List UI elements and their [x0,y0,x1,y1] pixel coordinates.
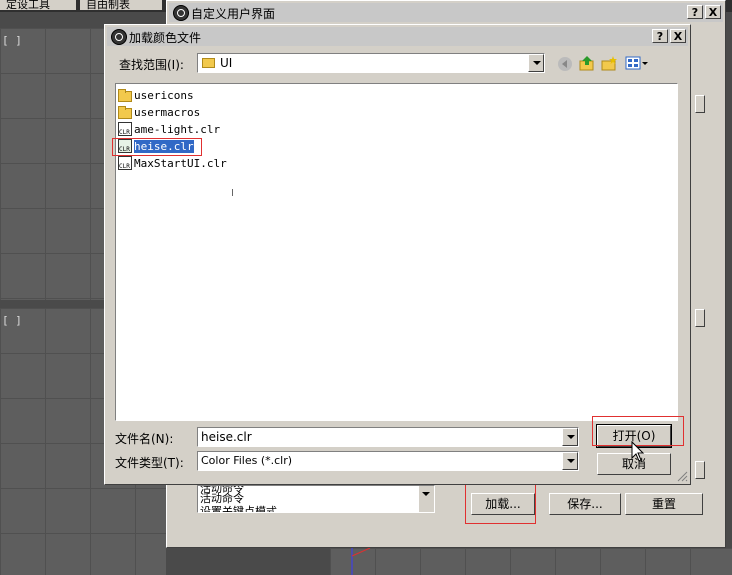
app-icon [173,5,189,21]
file-name: MaxStartUI.clr [134,157,227,170]
folder-icon [118,89,132,102]
look-in-combo[interactable]: UI [197,53,545,73]
folder-icon [202,58,215,68]
text-cursor [232,189,233,196]
new-folder-icon[interactable] [601,55,617,71]
side-control-1[interactable] [695,95,705,113]
save-button[interactable]: 保存... [549,493,621,515]
chevron-down-icon[interactable] [562,428,578,446]
tab-freeform[interactable]: 自由制表 [80,0,162,10]
filetype-value: Color Files (*.clr) [201,454,293,467]
load-color-title: 加载颜色文件 [129,31,202,45]
viewport-label-top[interactable]: [ ] [2,34,22,47]
look-in-label: 查找范围(I): [119,58,184,72]
up-folder-icon[interactable] [579,55,595,71]
filename-value[interactable]: heise.clr [201,430,252,444]
filename-label: 文件名(N): [115,432,174,446]
file-name: usericons [134,89,194,102]
app-icon [111,29,127,45]
viewport-bottom-right[interactable] [330,548,732,575]
tab-tools[interactable]: 定设工具 [0,0,76,10]
filename-combo[interactable]: heise.clr [197,427,579,447]
mouse-cursor-icon [631,441,645,462]
close-button[interactable]: X [705,5,721,19]
chevron-down-icon[interactable] [562,452,578,470]
view-menu-icon[interactable] [625,55,649,71]
highlight-load-button [465,483,536,524]
reset-button[interactable]: 重置 [625,493,703,515]
action-list-item[interactable]: 设置关键点模式 [200,503,277,512]
file-name: usermacros [134,106,201,119]
back-icon[interactable] [557,56,573,72]
clr-file-icon [118,122,132,136]
viewport-label-bottom[interactable]: [ ] [2,314,22,327]
customize-ui-titlebar[interactable]: 自定义用户界面 ? X [169,3,723,22]
file-name: ame-light.clr [134,123,221,136]
customize-ui-title: 自定义用户界面 [191,7,276,21]
clr-file-icon [118,156,132,170]
dialog-help-button[interactable]: ? [652,29,668,43]
load-color-titlebar[interactable]: 加载颜色文件 ? X [107,27,688,46]
filetype-label: 文件类型(T): [115,456,184,470]
file-list[interactable]: usericons usermacros ame-light.clr heise… [115,83,678,421]
chevron-down-icon[interactable] [528,54,544,72]
side-control-2[interactable] [695,309,705,327]
dialog-close-button[interactable]: X [670,29,686,43]
help-button[interactable]: ? [687,5,703,19]
side-control-3[interactable] [695,461,705,479]
action-list[interactable]: 活动命令 活动命令 设置关键点模式 [197,485,435,513]
filetype-combo[interactable]: Color Files (*.clr) [197,451,579,471]
look-in-value: UI [220,56,233,70]
resize-grip-icon[interactable] [677,471,688,482]
folder-icon [118,106,132,119]
axis-gizmo-icon [351,548,371,575]
highlight-selected-file [112,138,202,156]
action-list-scroll[interactable] [419,486,434,512]
